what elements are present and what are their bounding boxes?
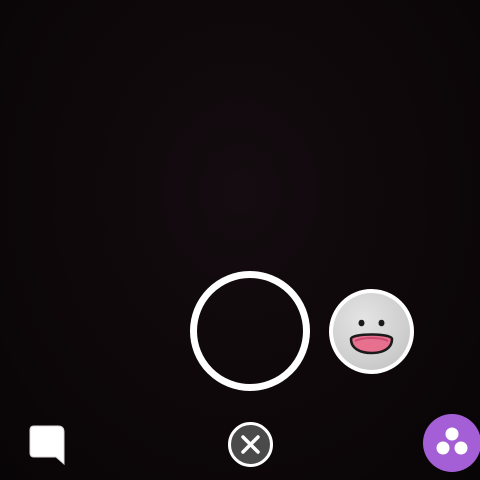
camera-screen xyxy=(0,0,480,480)
memories-icon xyxy=(436,427,468,455)
memories-button[interactable] xyxy=(423,414,480,472)
close-icon xyxy=(228,422,273,467)
lens-button[interactable] xyxy=(329,289,414,374)
chat-button[interactable] xyxy=(28,424,68,468)
close-button[interactable] xyxy=(227,421,274,468)
face-lens-icon xyxy=(349,319,394,355)
capture-button[interactable] xyxy=(190,271,310,391)
chat-icon xyxy=(29,425,65,466)
